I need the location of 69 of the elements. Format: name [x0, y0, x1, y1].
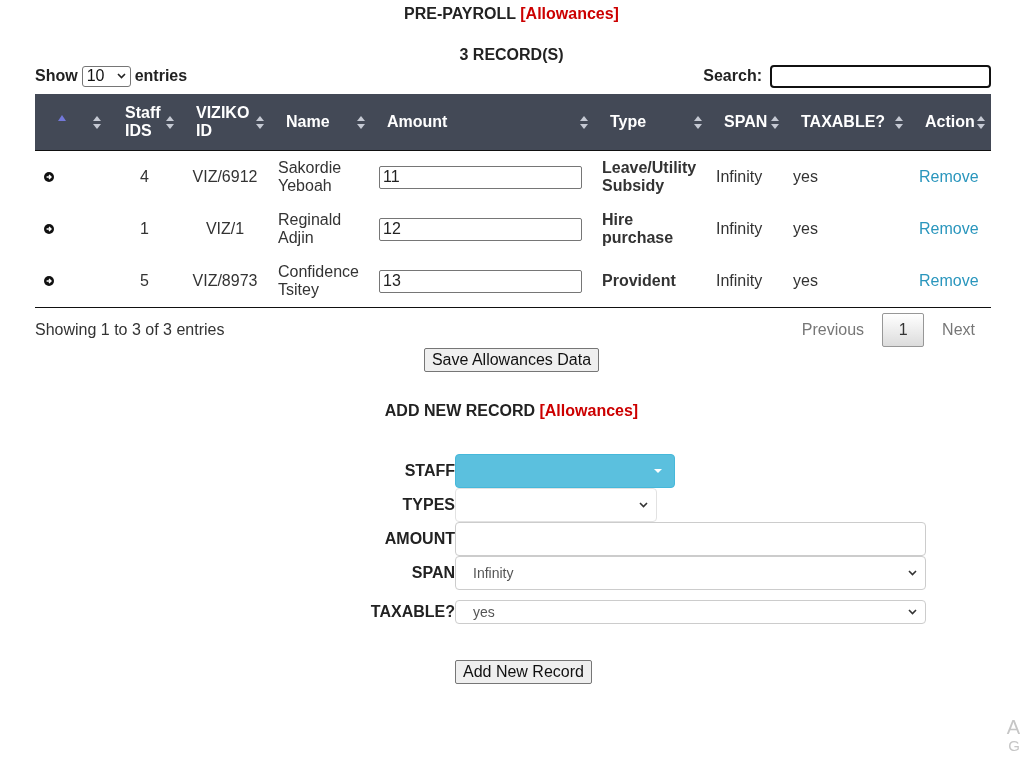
chevron-down-icon	[639, 502, 648, 508]
column-header[interactable]: Action	[925, 113, 975, 131]
page-length-select[interactable]: 10	[81, 65, 131, 87]
field-label: AMOUNT	[383, 530, 455, 548]
page-button[interactable]: 1	[882, 313, 925, 347]
field-label: TAXABLE?	[369, 603, 455, 621]
column-header[interactable]: VIZIKO ID	[196, 104, 254, 140]
select-field[interactable]	[455, 488, 657, 522]
table-cell-text: Reginald Adjin	[278, 211, 343, 247]
chevron-down-icon	[116, 73, 126, 79]
sort-icon[interactable]	[694, 115, 702, 129]
table-cell: Infinity	[716, 168, 763, 186]
page-title: PRE-PAYROLL [Allowances]	[403, 4, 620, 23]
table-cell-text: Confidence Tsitey	[278, 263, 360, 299]
table-cell: 4	[140, 168, 149, 186]
input-field[interactable]	[455, 522, 926, 556]
sort-icon[interactable]	[895, 115, 903, 129]
column-header[interactable]: TAXABLE?	[801, 113, 886, 131]
chevron-down-icon	[908, 570, 917, 576]
table-info: Showing 1 to 3 of 3 entries	[35, 321, 225, 339]
caret-icon	[654, 469, 662, 473]
chevron-down-icon	[908, 609, 917, 615]
arrow-circle-icon[interactable]	[44, 172, 54, 182]
add-record-button[interactable]: Add New Record	[455, 660, 592, 684]
arrow-circle-icon[interactable]	[44, 224, 54, 234]
sort-icon[interactable]	[166, 115, 174, 129]
length-label: entries	[134, 67, 188, 85]
table-cell: Infinity	[716, 272, 763, 290]
table-cell-text: Hire purchase	[602, 211, 675, 247]
sort-icon[interactable]	[771, 115, 779, 129]
search-field[interactable]	[770, 64, 991, 88]
save-button[interactable]: Save Allowances Data	[423, 348, 600, 372]
column-header[interactable]: Type	[610, 113, 647, 131]
table-cell: 1	[140, 220, 149, 238]
field-label: SPAN	[410, 564, 455, 582]
table-cell: VIZ/8973	[192, 272, 258, 290]
sort-icon[interactable]	[580, 115, 588, 129]
select-field[interactable]: yes	[455, 600, 926, 624]
table-cell: yes	[793, 168, 818, 186]
field-label: STAFF	[403, 462, 455, 480]
search-label: Search:	[703, 67, 762, 85]
table-cell: yes	[793, 220, 818, 238]
amount-input[interactable]: 13	[379, 269, 582, 293]
amount-input[interactable]: 12	[379, 217, 582, 241]
table-cell: VIZ/1	[205, 220, 245, 238]
sort-icon[interactable]	[256, 115, 264, 129]
table-cell-text: Leave/Utility Subsidy	[602, 159, 698, 195]
amount-input[interactable]: 11	[379, 165, 582, 189]
sort-icon[interactable]	[93, 115, 101, 129]
table-cell: Infinity	[716, 220, 763, 238]
record-count: 3 RECORD(S)	[458, 46, 565, 64]
sort-icon[interactable]	[977, 115, 985, 129]
column-header[interactable]: SPAN	[724, 113, 768, 131]
arrow-circle-icon[interactable]	[44, 276, 54, 286]
column-header[interactable]: Staff IDS	[125, 104, 164, 140]
column-header[interactable]: Amount	[387, 113, 448, 131]
field-label: TYPES	[401, 496, 455, 514]
table-cell: VIZ/6912	[192, 168, 258, 186]
sort-icon[interactable]	[357, 115, 365, 129]
column-header[interactable]: Name	[286, 113, 330, 131]
table-cell: 5	[140, 272, 149, 290]
table-cell-text: Sakordie Yeboah	[278, 159, 343, 195]
length-label: Show	[35, 67, 78, 85]
select-field[interactable]: Infinity	[455, 556, 926, 590]
form-title: ADD NEW RECORD [Allowances]	[383, 402, 640, 420]
table-cell: Provident	[602, 272, 676, 290]
overlay-text: G	[1008, 738, 1020, 755]
overlay-text: A	[1006, 716, 1020, 738]
table-cell: yes	[793, 272, 818, 290]
